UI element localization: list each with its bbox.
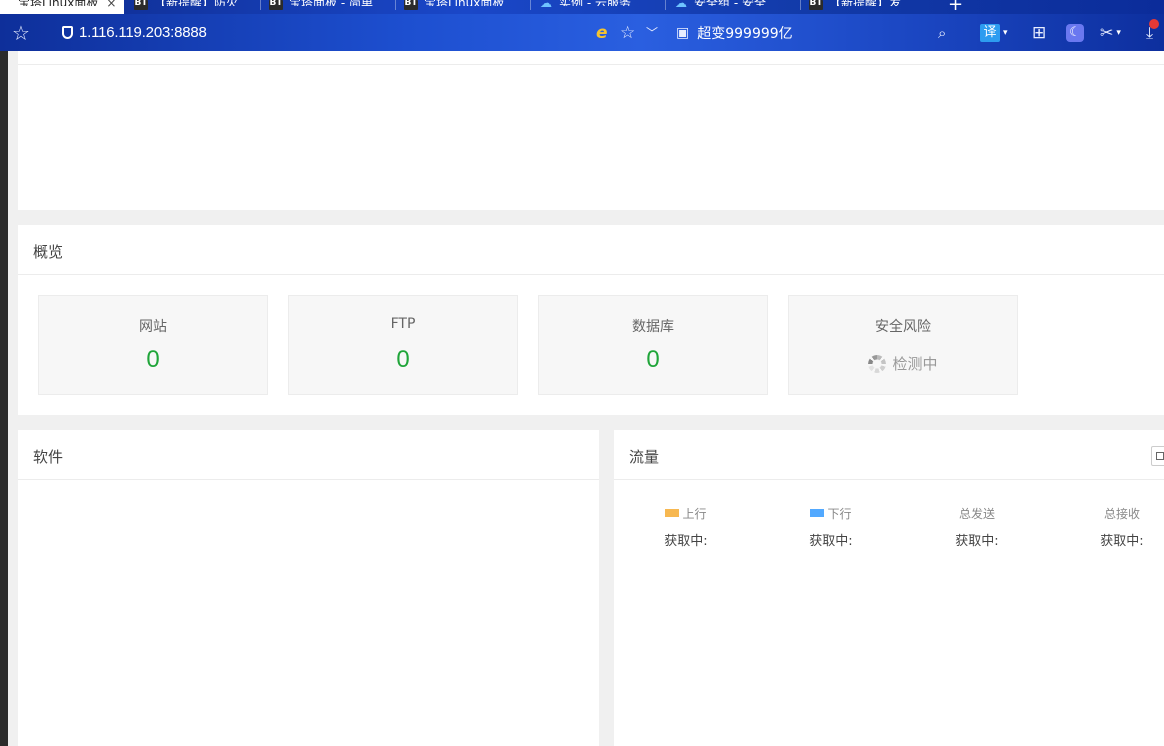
notification-badge bbox=[1149, 18, 1160, 29]
page-gutter bbox=[8, 51, 18, 746]
news-ticker-text: 超变999999亿 bbox=[697, 25, 793, 42]
address-bar: ☆ 1.116.119.203:8888 e ☆ ﹀ ▣ 超变999999亿 ⌕… bbox=[0, 14, 1164, 51]
software-panel: 软件 bbox=[18, 430, 599, 746]
traffic-upload: 上行 获取中: bbox=[631, 505, 741, 550]
bt-favicon-icon: BT bbox=[404, 0, 418, 10]
url-field[interactable]: 1.116.119.203:8888 bbox=[62, 14, 207, 51]
stat-label: 安全风险 bbox=[875, 319, 931, 335]
traffic-panel: 流量 bbox=[614, 430, 1164, 746]
tab-label: 【新提醒】防火 bbox=[154, 0, 238, 6]
tab-new-reminder[interactable]: BT 【新提醒】发 bbox=[801, 0, 933, 14]
panel-divider bbox=[614, 479, 1164, 480]
loading-spinner-icon bbox=[868, 354, 887, 373]
system-status-panel bbox=[18, 51, 1164, 210]
traffic-value: 获取中: bbox=[664, 534, 708, 549]
traffic-total-sent: 总发送 获取中: bbox=[922, 505, 1032, 550]
traffic-title: 流量 bbox=[629, 448, 660, 466]
network-select-button[interactable] bbox=[1151, 446, 1164, 466]
traffic-value: 获取中: bbox=[955, 534, 999, 549]
traffic-download: 下行 获取中: bbox=[776, 505, 886, 550]
traffic-value: 获取中: bbox=[809, 534, 853, 549]
night-mode-icon[interactable]: ☾ bbox=[1066, 14, 1084, 51]
tab-label: 宝塔Linux面板 bbox=[424, 0, 504, 6]
traffic-value: 获取中: bbox=[1100, 534, 1144, 549]
bookmark-star-icon[interactable]: ☆ bbox=[12, 14, 30, 51]
news-ticker[interactable]: ▣ 超变999999亿 bbox=[676, 14, 793, 51]
tab-label: 安全组 - 安全 bbox=[694, 0, 766, 6]
overview-title: 概览 bbox=[33, 243, 64, 261]
tab-label: 宝塔面板 - 简单 bbox=[289, 0, 373, 6]
stat-security-risk[interactable]: 安全风险 检测中 bbox=[788, 295, 1018, 395]
panel-divider bbox=[18, 479, 599, 480]
new-tab-button[interactable]: + bbox=[948, 0, 963, 14]
traffic-label: 上行 bbox=[682, 506, 707, 521]
stat-websites[interactable]: 网站 0 bbox=[38, 295, 268, 395]
search-icon[interactable]: ⌕ bbox=[938, 14, 946, 51]
bt-favicon-icon: BT bbox=[134, 0, 148, 10]
tab-cloud-instances[interactable]: ☁ 实例 - 云服务 bbox=[531, 0, 663, 14]
stat-value[interactable]: 0 bbox=[539, 346, 767, 374]
translate-button[interactable]: 译 ▾ bbox=[980, 14, 1008, 51]
cloud-icon: ☁ bbox=[540, 0, 552, 10]
stat-label: FTP bbox=[390, 316, 416, 332]
tab-bt-panel-simple[interactable]: BT 宝塔面板 - 简单 bbox=[261, 0, 393, 14]
url-text: 1.116.119.203:8888 bbox=[79, 24, 207, 41]
chevron-down-icon: ▾ bbox=[1003, 27, 1008, 38]
tab-bt-linux-panel-2[interactable]: BT 宝塔Linux面板 bbox=[396, 0, 528, 14]
window-left-edge bbox=[0, 51, 8, 746]
stat-value[interactable]: 0 bbox=[39, 346, 267, 374]
tab-firewall-reminder[interactable]: BT 【新提醒】防火 bbox=[126, 0, 258, 14]
ie-compat-icon[interactable]: e bbox=[596, 14, 608, 51]
traffic-label: 总发送 bbox=[958, 506, 995, 521]
favorite-star-icon[interactable]: ☆ bbox=[620, 14, 635, 51]
cloud-icon: ☁ bbox=[675, 0, 687, 10]
tab-bt-linux-panel[interactable]: 宝塔Linux面板 × bbox=[0, 0, 124, 14]
traffic-label: 总接收 bbox=[1103, 506, 1140, 521]
traffic-label: 下行 bbox=[827, 506, 852, 521]
tab-close-icon[interactable]: × bbox=[106, 0, 116, 9]
security-status-text: 检测中 bbox=[892, 355, 938, 373]
image-icon: ▣ bbox=[676, 24, 690, 41]
panel-divider bbox=[18, 64, 1164, 65]
browser-tab-strip: 宝塔Linux面板 × BT 【新提醒】防火 BT 宝塔面板 - 简单 BT 宝… bbox=[0, 0, 1164, 14]
panel-divider bbox=[18, 274, 1164, 275]
upload-legend-swatch bbox=[665, 509, 680, 517]
translate-icon: 译 bbox=[980, 23, 1000, 42]
tab-label: 【新提醒】发 bbox=[829, 0, 901, 6]
stat-ftp[interactable]: FTP 0 bbox=[288, 295, 518, 395]
stat-databases[interactable]: 数据库 0 bbox=[538, 295, 768, 395]
bt-favicon-icon: BT bbox=[809, 0, 823, 10]
tab-security-group[interactable]: ☁ 安全组 - 安全 bbox=[666, 0, 798, 14]
software-title: 软件 bbox=[33, 448, 64, 466]
bt-favicon-icon: BT bbox=[269, 0, 283, 10]
download-legend-swatch bbox=[810, 509, 825, 517]
stat-value[interactable]: 0 bbox=[289, 346, 517, 374]
stat-label: 网站 bbox=[139, 319, 167, 335]
screenshot-scissors-icon[interactable]: ✂ ▾ bbox=[1100, 14, 1121, 51]
traffic-total-received: 总接收 获取中: bbox=[1067, 505, 1164, 550]
chevron-down-icon[interactable]: ﹀ bbox=[646, 14, 658, 51]
download-icon[interactable]: ⤓ bbox=[1146, 14, 1160, 51]
security-status: 检测中 bbox=[789, 353, 1017, 374]
security-shield-icon bbox=[62, 26, 73, 39]
stat-label: 数据库 bbox=[632, 319, 674, 335]
apps-grid-icon[interactable]: ⊞ bbox=[1032, 14, 1046, 51]
tab-label: 宝塔Linux面板 bbox=[18, 0, 98, 6]
tab-label: 实例 - 云服务 bbox=[559, 0, 631, 6]
